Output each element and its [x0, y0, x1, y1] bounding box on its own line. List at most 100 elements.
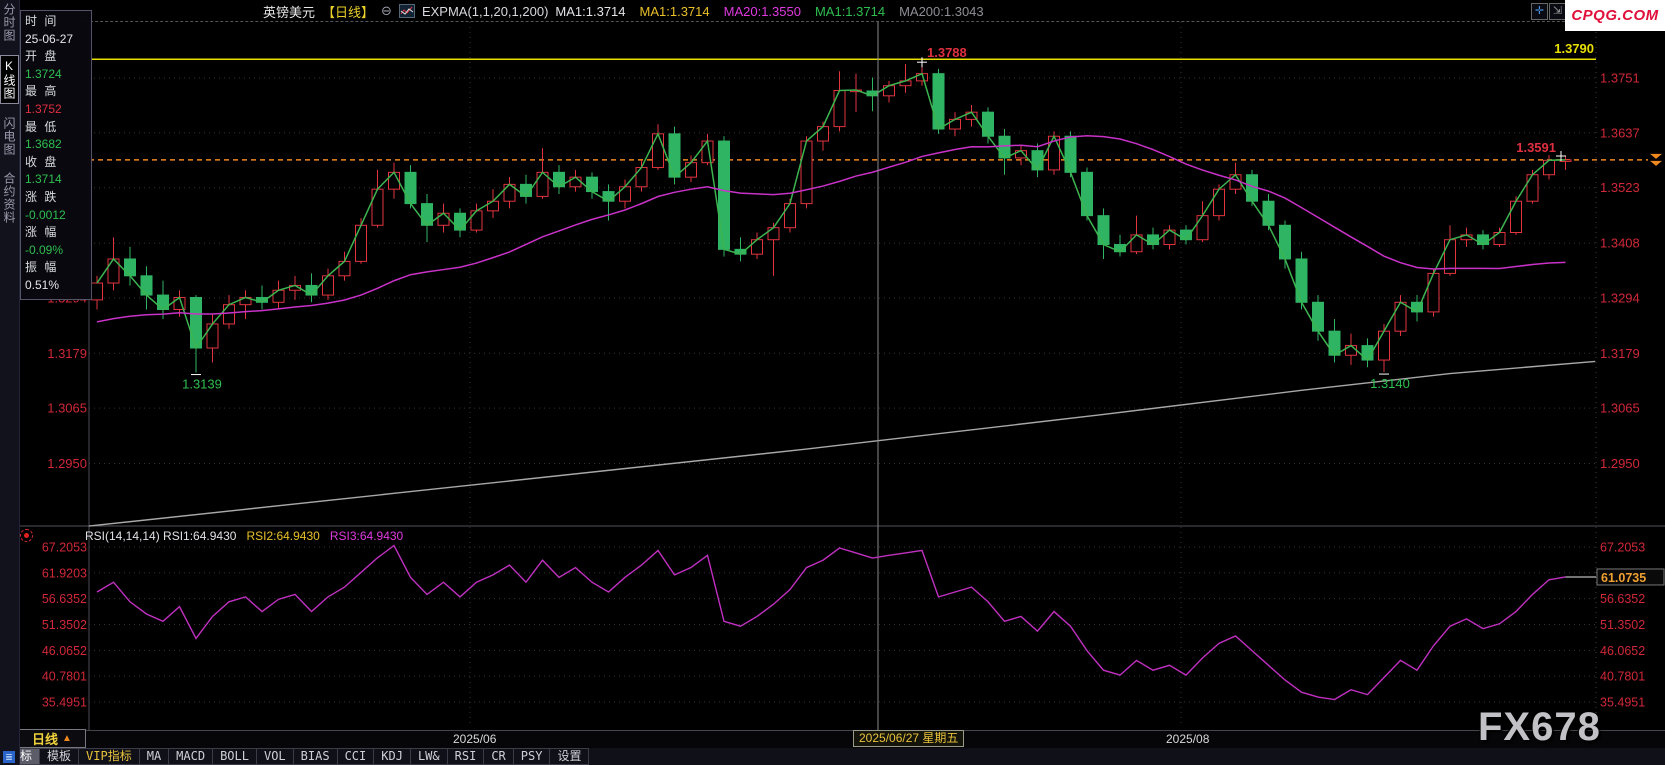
bottom-tab-LW&[interactable]: LW& [411, 748, 448, 765]
candle-87 [1527, 175, 1538, 201]
period-badge: 【日线】 [322, 2, 374, 21]
rsi-title[interactable]: RSI(14,14,14) RSI1:64.9430 [85, 529, 236, 543]
bottom-tab-BOLL[interactable]: BOLL [213, 748, 257, 765]
sidebar-tab-0[interactable]: 分时图 [1, 0, 18, 45]
indicator-chart-icon [399, 4, 415, 18]
period-label: 日线 [32, 729, 58, 748]
candle-2 [125, 259, 136, 276]
candle-72 [1280, 225, 1291, 259]
candle-34 [653, 134, 664, 168]
candle-6 [191, 297, 202, 348]
candle-43 [801, 141, 812, 204]
collapse-icon[interactable]: ⊖ [381, 3, 392, 19]
candle-68 [1214, 189, 1225, 215]
info-label-5: 涨 跌 [25, 189, 91, 207]
bottom-tab-CR[interactable]: CR [484, 748, 513, 765]
right-axis-label: 1.3179 [1600, 346, 1640, 361]
crosshair-date-label: 2025/06/27 星期五 [853, 730, 964, 747]
info-value-7: 0.51% [25, 277, 91, 295]
quote-info-panel: 时 间25-06-27开 盘1.3724最 高1.3752最 低1.3682收 … [20, 10, 92, 300]
sidebar-tab-1[interactable]: K线图 [0, 55, 19, 104]
candle-21 [438, 213, 449, 225]
rsi-header: RSI(14,14,14) RSI1:64.9430 RSI2:64.9430 … [20, 528, 403, 543]
bottom-tab-设置[interactable]: 设置 [550, 748, 589, 765]
info-value-3: 1.3682 [25, 136, 91, 154]
rsi-left-axis-label: 35.4951 [42, 695, 87, 709]
period-selector[interactable]: 日线 ▲ [18, 729, 86, 748]
candle-23 [471, 211, 482, 230]
period-arrow-icon: ▲ [62, 733, 72, 744]
candle-17 [372, 189, 383, 225]
peak-high-label: 1.3788 [927, 45, 967, 60]
rsi-left-axis-label: 51.3502 [42, 618, 87, 632]
bottom-tab-MA[interactable]: MA [140, 748, 169, 765]
rsi3-value: RSI3:64.9430 [330, 529, 403, 543]
indicator-tab-bar: 指标模板VIP指标MAMACDBOLLVOLBIASCCIKDJLW&RSICR… [0, 748, 1665, 765]
bottom-tab-VIP指标[interactable]: VIP指标 [79, 748, 140, 765]
info-label-7: 振 幅 [25, 259, 91, 277]
info-label-0: 时 间 [25, 13, 91, 31]
rsi2-value: RSI2:64.9430 [246, 529, 319, 543]
candle-15 [339, 261, 350, 275]
ma-value-0: MA1:1.3714 [555, 4, 625, 19]
rsi-left-axis-label: 46.0652 [42, 644, 87, 658]
candle-22 [455, 213, 466, 230]
info-value-2: 1.3752 [25, 101, 91, 119]
info-label-1: 开 盘 [25, 48, 91, 66]
bottom-tab-BIAS[interactable]: BIAS [294, 748, 338, 765]
rsi-current-value: 61.0735 [1601, 571, 1646, 585]
candle-57 [1032, 151, 1043, 170]
candle-11 [273, 290, 284, 302]
candle-0 [92, 283, 103, 300]
info-label-3: 最 低 [25, 119, 91, 137]
bottom-tab-MACD[interactable]: MACD [169, 748, 213, 765]
sidebar-tab-2[interactable]: 闪电图 [1, 114, 18, 159]
candle-59 [1065, 136, 1076, 172]
scale-tool-icon[interactable]: ⇲ [1549, 3, 1566, 20]
bottom-tab-CCI[interactable]: CCI [338, 748, 375, 765]
sidebar-tab-3[interactable]: 合约资料 [1, 169, 18, 227]
bottom-tab-模板[interactable]: 模板 [40, 748, 79, 765]
low1-label: 1.3139 [182, 377, 222, 392]
ma-value-4: MA200:1.3043 [899, 4, 984, 19]
rsi-left-axis-label: 56.6352 [42, 592, 87, 606]
candle-61 [1098, 216, 1109, 245]
candle-7 [207, 324, 218, 348]
candle-16 [356, 225, 367, 261]
rsi-right-axis-label: 56.6352 [1600, 592, 1645, 606]
info-label-2: 最 高 [25, 83, 91, 101]
candle-41 [768, 228, 779, 240]
candle-75 [1329, 331, 1340, 355]
bottom-tab-VOL[interactable]: VOL [257, 748, 294, 765]
ma-value-1: MA1:1.3714 [640, 4, 710, 19]
candle-45 [834, 91, 845, 127]
rsi-marker-icon[interactable] [20, 529, 33, 542]
date-axis-row [0, 730, 1665, 750]
candle-73 [1296, 259, 1307, 302]
bottom-tab-KDJ[interactable]: KDJ [374, 748, 411, 765]
candle-79 [1395, 302, 1406, 331]
bottom-tab-RSI[interactable]: RSI [448, 748, 485, 765]
info-value-1: 1.3724 [25, 66, 91, 84]
ma1-line [97, 74, 1566, 360]
indicator-title[interactable]: EXPMA(1,1,20,1,200) [422, 4, 548, 19]
rsi-right-axis-label: 35.4951 [1600, 695, 1645, 709]
candle-85 [1494, 232, 1505, 244]
move-tool-icon[interactable]: ✛ [1531, 3, 1548, 20]
rsi-right-axis-label: 67.2053 [1600, 541, 1645, 555]
current-price-arrow-icon [1650, 154, 1662, 166]
right-axis-label: 1.3523 [1600, 180, 1640, 195]
main-chart[interactable]: 1.37511.36371.35231.34081.32941.31791.30… [0, 0, 1665, 765]
candle-81 [1428, 273, 1439, 312]
ma-values: MA1:1.3714MA1:1.3714MA20:1.3550MA1:1.371… [555, 4, 983, 19]
candle-88 [1544, 160, 1555, 174]
site-logo: CPQG.COM [1565, 0, 1665, 31]
info-value-0: 25-06-27 [25, 31, 91, 49]
right-axis-label: 1.3294 [1600, 290, 1640, 305]
rsi-line [97, 546, 1566, 700]
symbol-name: 英镑美元 [263, 2, 315, 21]
rsi-right-axis-label: 46.0652 [1600, 644, 1645, 658]
grid-menu-icon[interactable]: ≣ [3, 751, 15, 763]
bottom-tab-PSY[interactable]: PSY [514, 748, 551, 765]
info-value-5: -0.0012 [25, 207, 91, 225]
